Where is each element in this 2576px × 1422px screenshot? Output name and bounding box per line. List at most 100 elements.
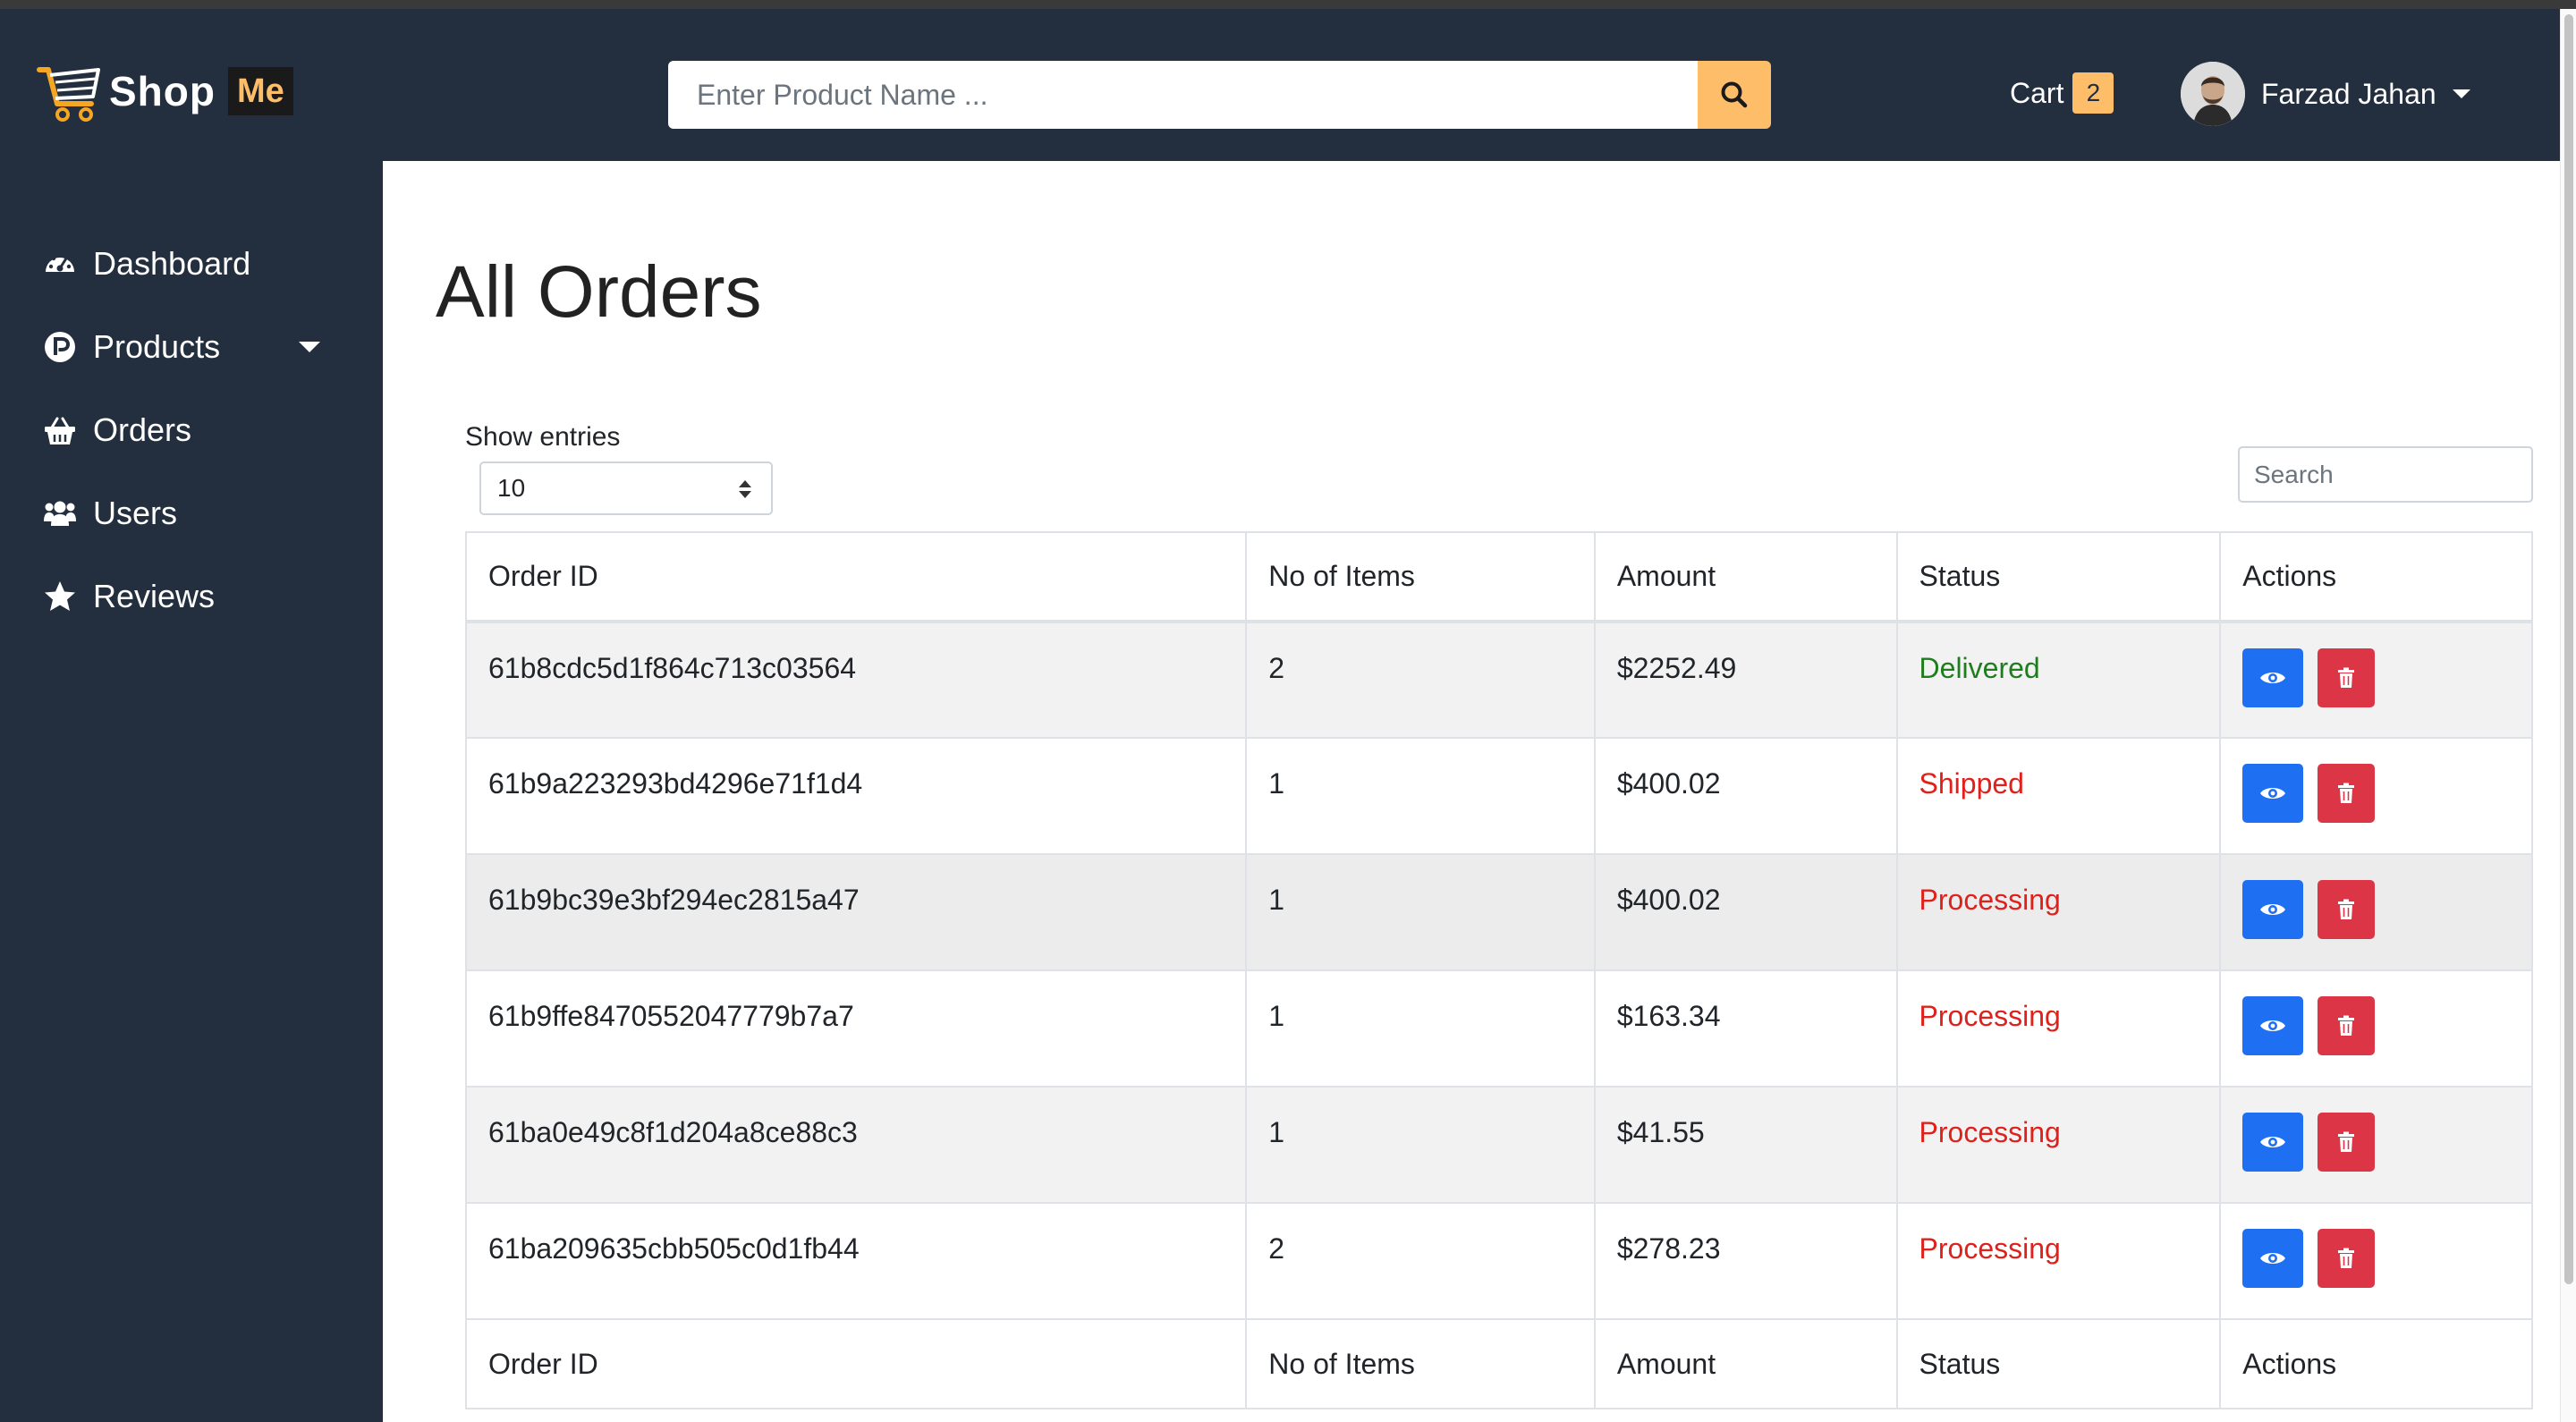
sidebar: Dashboard Products Orders Users Reviews [0, 161, 383, 1422]
tachometer-icon [46, 252, 74, 272]
entries-per-page-select[interactable]: 10 [479, 461, 773, 515]
cart-link[interactable]: Cart 2 [2010, 72, 2114, 114]
order-id-cell: 61ba209635cbb505c0d1fb44 [464, 1202, 1248, 1320]
product-search-input[interactable] [668, 61, 1698, 129]
sidebar-item-label: Orders [93, 411, 192, 448]
status-cell: Shipped [1895, 737, 2222, 855]
eye-icon [2260, 673, 2286, 683]
shopping-cart-logo-icon [37, 67, 100, 122]
eye-icon [2260, 788, 2286, 799]
delete-order-button[interactable] [2318, 880, 2376, 939]
table-search-input[interactable] [2238, 446, 2533, 503]
eye-icon [2260, 1137, 2286, 1147]
items-cell: 1 [1245, 737, 1596, 855]
view-order-button[interactable] [2242, 880, 2304, 939]
column-header-order-id[interactable]: Order ID [464, 531, 1248, 623]
order-id-cell: 61b9bc39e3bf294ec2815a47 [464, 853, 1248, 971]
table-header-row: Order ID No of Items Amount Status Actio… [464, 531, 2533, 623]
entries-select-value: 10 [497, 474, 526, 502]
footer-header-actions: Actions [2219, 1318, 2533, 1409]
actions-cell [2219, 969, 2533, 1088]
view-order-button[interactable] [2242, 1229, 2304, 1288]
table-row: 61b9bc39e3bf294ec2815a47 1 $400.02 Proce… [464, 853, 2533, 971]
order-id-cell: 61b8cdc5d1f864c713c03564 [464, 621, 1248, 739]
actions-cell [2219, 853, 2533, 971]
footer-header-amount: Amount [1593, 1318, 1898, 1409]
sidebar-item-reviews[interactable]: Reviews [43, 571, 215, 622]
chevron-down-icon[interactable] [299, 342, 321, 352]
shopping-basket-icon [45, 417, 75, 444]
delete-order-button[interactable] [2318, 1229, 2376, 1288]
logo-text-me: Me [227, 67, 293, 115]
table-row: 61ba209635cbb505c0d1fb44 2 $278.23 Proce… [464, 1202, 2533, 1320]
amount-cell: $278.23 [1593, 1202, 1898, 1320]
column-header-amount[interactable]: Amount [1593, 531, 1898, 623]
page-title: All Orders [436, 251, 762, 333]
amount-cell: $41.55 [1593, 1086, 1898, 1204]
amount-cell: $400.02 [1593, 853, 1898, 971]
trash-icon [2338, 783, 2355, 803]
logo[interactable]: Shop Me [36, 55, 293, 127]
avatar [2181, 62, 2245, 126]
sidebar-item-orders[interactable]: Orders [43, 405, 191, 455]
status-cell: Processing [1895, 1086, 2222, 1204]
items-cell: 2 [1245, 1202, 1596, 1320]
column-header-actions: Actions [2219, 531, 2533, 623]
trash-icon [2338, 1015, 2355, 1036]
table-row: 61b8cdc5d1f864c713c03564 2 $2252.49 Deli… [464, 621, 2533, 739]
cart-count-badge: 2 [2072, 72, 2114, 114]
delete-order-button[interactable] [2318, 1113, 2376, 1172]
sidebar-item-dashboard[interactable]: Dashboard [43, 239, 250, 289]
order-id-cell: 61b9ffe8470552047779b7a7 [464, 969, 1248, 1088]
sidebar-item-products[interactable]: Products [43, 322, 321, 372]
amount-cell: $400.02 [1593, 737, 1898, 855]
product-search [668, 61, 1771, 129]
trash-icon [2338, 899, 2355, 919]
search-button[interactable] [1698, 61, 1771, 129]
eye-icon [2260, 904, 2286, 915]
users-icon [44, 501, 76, 526]
sidebar-item-users[interactable]: Users [43, 488, 177, 538]
view-order-button[interactable] [2242, 648, 2304, 707]
user-name: Farzad Jahan [2261, 77, 2436, 110]
user-menu[interactable]: Farzad Jahan [2181, 61, 2470, 127]
cart-label: Cart [2010, 76, 2064, 109]
items-cell: 1 [1245, 969, 1596, 1088]
eye-icon [2260, 1020, 2286, 1031]
table-row: 61b9a223293bd4296e71f1d4 1 $400.02 Shipp… [464, 737, 2533, 855]
main-content: All Orders Show entries 10 Order ID No o… [383, 161, 2560, 1422]
status-cell: Processing [1895, 1202, 2222, 1320]
delete-order-button[interactable] [2318, 648, 2376, 707]
view-order-button[interactable] [2242, 996, 2304, 1055]
delete-order-button[interactable] [2318, 764, 2376, 823]
column-header-items[interactable]: No of Items [1245, 531, 1596, 623]
scrollbar-thumb[interactable] [2564, 14, 2573, 1284]
trash-icon [2338, 1248, 2355, 1268]
status-cell: Delivered [1895, 621, 2222, 739]
chevron-down-icon [2452, 89, 2470, 98]
order-id-cell: 61ba0e49c8f1d204a8ce88c3 [464, 1086, 1248, 1204]
amount-cell: $163.34 [1593, 969, 1898, 1088]
view-order-button[interactable] [2242, 764, 2304, 823]
trash-icon [2338, 667, 2355, 688]
show-entries-label: Show entries [465, 422, 621, 452]
delete-order-button[interactable] [2318, 996, 2376, 1055]
amount-cell: $2252.49 [1593, 621, 1898, 739]
page-scrollbar[interactable] [2560, 9, 2576, 1422]
sidebar-item-label: Users [93, 495, 178, 531]
star-icon [45, 581, 75, 611]
status-cell: Processing [1895, 969, 2222, 1088]
sidebar-item-label: Dashboard [93, 245, 251, 282]
footer-header-order-id: Order ID [464, 1318, 1248, 1409]
column-header-status[interactable]: Status [1895, 531, 2222, 623]
table-footer-row: Order ID No of Items Amount Status Actio… [464, 1318, 2533, 1409]
view-order-button[interactable] [2242, 1113, 2304, 1172]
user-avatar-icon [2181, 62, 2245, 126]
items-cell: 2 [1245, 621, 1596, 739]
footer-header-items: No of Items [1245, 1318, 1596, 1409]
table-row: 61ba0e49c8f1d204a8ce88c3 1 $41.55 Proces… [464, 1086, 2533, 1204]
window-top-edge [0, 0, 2576, 9]
select-arrows-icon [739, 480, 751, 498]
orders-table: Order ID No of Items Amount Status Actio… [464, 531, 2533, 1409]
order-id-cell: 61b9a223293bd4296e71f1d4 [464, 737, 1248, 855]
